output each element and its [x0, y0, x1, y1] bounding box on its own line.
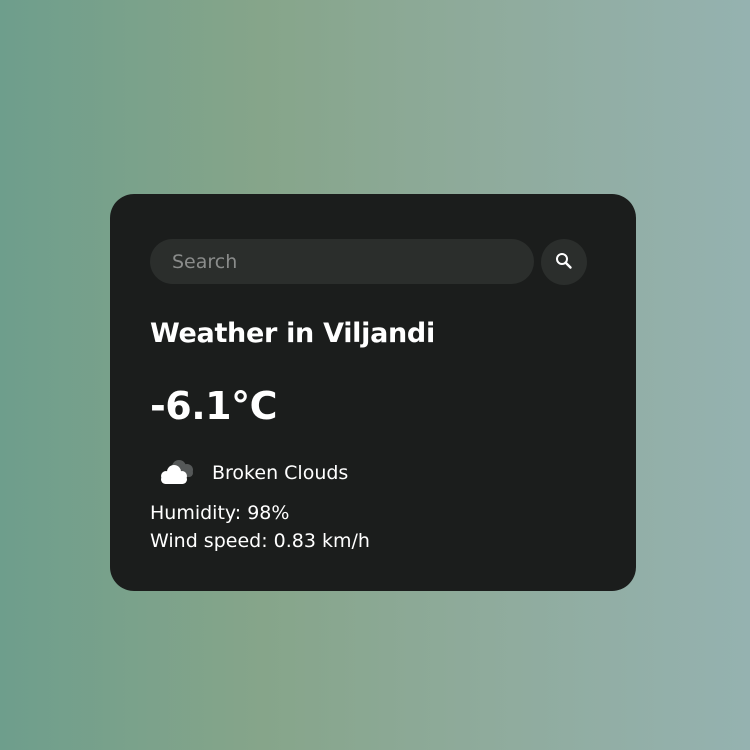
search-button[interactable] [541, 239, 587, 285]
weather-condition: Broken Clouds [212, 462, 349, 484]
weather-card: Weather in Viljandi -6.1°C Broken Clouds… [110, 194, 636, 591]
temperature: -6.1°C [150, 384, 277, 428]
search-icon [555, 252, 573, 273]
broken-clouds-icon [157, 458, 197, 488]
wind-speed: Wind speed: 0.83 km/h [150, 530, 370, 552]
search-bar [150, 239, 588, 285]
search-input[interactable] [150, 239, 534, 284]
city-title: Weather in Viljandi [150, 318, 435, 349]
humidity: Humidity: 98% [150, 502, 290, 524]
